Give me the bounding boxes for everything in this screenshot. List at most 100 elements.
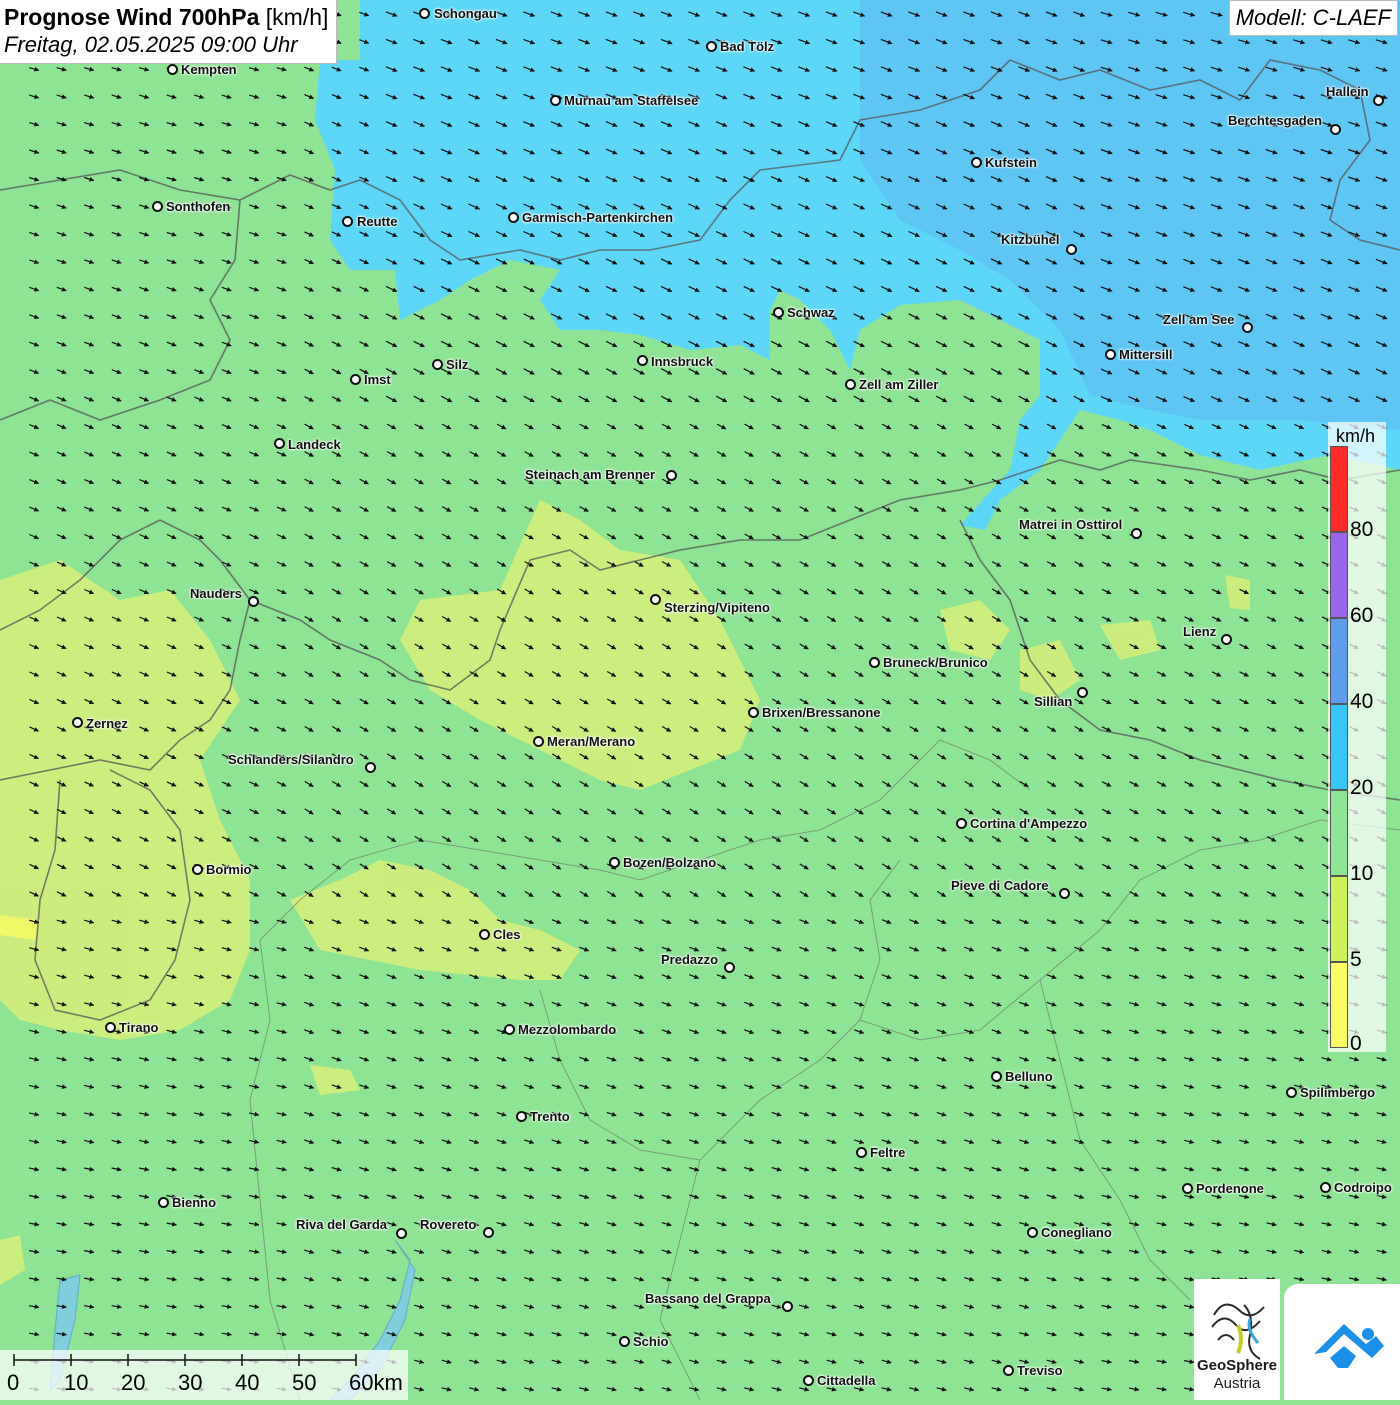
city-label: Lienz — [1183, 624, 1217, 639]
model-label: Modell: C-LAEF — [1228, 0, 1398, 36]
city-marker[interactable] — [342, 216, 353, 227]
city-label: Matrei in Osttirol — [1019, 517, 1123, 532]
city-label: Cles — [493, 927, 521, 942]
city-marker[interactable] — [1027, 1227, 1038, 1238]
city-label: Kufstein — [985, 155, 1037, 170]
logo-text-austria: Austria — [1213, 1375, 1261, 1392]
city-marker[interactable] — [1003, 1365, 1014, 1376]
city-marker[interactable] — [637, 355, 648, 366]
city-label: Sillian — [1034, 694, 1073, 709]
city-marker[interactable] — [1286, 1087, 1297, 1098]
city-marker[interactable] — [1077, 687, 1088, 698]
city-label: Sonthofen — [166, 199, 231, 214]
logo-text-geosphere: GeoSphere — [1196, 1357, 1278, 1374]
city-marker[interactable] — [483, 1227, 494, 1238]
legend-swatch — [1330, 446, 1348, 532]
city-label: Zell am See — [1163, 312, 1235, 327]
city-label: Murnau am Staffelsee — [564, 93, 699, 108]
scale-label: 0 — [7, 1370, 20, 1395]
city-marker[interactable] — [158, 1197, 169, 1208]
city-marker[interactable] — [803, 1375, 814, 1386]
city-marker[interactable] — [1182, 1183, 1193, 1194]
map-subtitle: Freitag, 02.05.2025 09:00 Uhr — [4, 32, 298, 57]
title-box: Prognose Wind 700hPa [km/h] Freitag, 02.… — [0, 0, 338, 64]
scale-bar-line — [13, 1354, 357, 1366]
city-marker[interactable] — [419, 8, 430, 19]
city-marker[interactable] — [650, 594, 661, 605]
city-label: Sterzing/Vipiteno — [664, 600, 770, 615]
legend-unit: km/h — [1336, 426, 1376, 446]
scale-label: 40 — [235, 1370, 260, 1395]
city-label: Hallein — [1326, 84, 1369, 99]
city-marker[interactable] — [724, 962, 735, 973]
warn-app-logo[interactable] — [1284, 1284, 1400, 1400]
city-label: Pordenone — [1196, 1181, 1264, 1196]
city-label: Conegliano — [1041, 1225, 1112, 1240]
title-unit: [km/h] — [265, 4, 329, 30]
city-label: Riva del Garda — [296, 1217, 388, 1232]
city-marker[interactable] — [105, 1022, 116, 1033]
legend-tick-label: 10 — [1350, 862, 1374, 885]
city-marker[interactable] — [504, 1024, 515, 1035]
city-marker[interactable] — [773, 307, 784, 318]
city-marker[interactable] — [1066, 244, 1077, 255]
city-marker[interactable] — [1131, 528, 1142, 539]
legend-tick-label: 80 — [1350, 518, 1374, 541]
city-label: Brixen/Bressanone — [762, 705, 881, 720]
city-marker[interactable] — [666, 470, 677, 481]
legend-swatch — [1330, 618, 1348, 704]
city-marker[interactable] — [533, 736, 544, 747]
city-marker[interactable] — [1059, 888, 1070, 899]
city-label: Kempten — [181, 62, 237, 77]
geosphere-logo[interactable]: GeoSphere Austria — [1194, 1279, 1280, 1400]
city-marker[interactable] — [192, 864, 203, 875]
city-label: Cittadella — [817, 1373, 876, 1388]
title-main: Prognose Wind 700hPa — [4, 4, 260, 30]
city-marker[interactable] — [782, 1301, 793, 1312]
city-marker[interactable] — [619, 1336, 630, 1347]
city-marker[interactable] — [1105, 349, 1116, 360]
city-marker[interactable] — [869, 657, 880, 668]
city-marker[interactable] — [479, 929, 490, 940]
legend-swatch — [1330, 876, 1348, 962]
city-marker[interactable] — [248, 596, 259, 607]
legend-swatch — [1330, 704, 1348, 790]
city-marker[interactable] — [274, 438, 285, 449]
city-label: Cortina d'Ampezzo — [970, 816, 1088, 831]
legend-tick-label: 5 — [1350, 948, 1362, 971]
city-marker[interactable] — [1320, 1182, 1331, 1193]
city-label: Mittersill — [1119, 347, 1173, 362]
legend-tick-label: 60 — [1350, 604, 1374, 627]
city-label: Spilimbergo — [1300, 1085, 1376, 1100]
city-marker[interactable] — [956, 818, 967, 829]
city-marker[interactable] — [365, 762, 376, 773]
city-marker[interactable] — [971, 157, 982, 168]
city-marker[interactable] — [1221, 634, 1232, 645]
city-label: Meran/Merano — [547, 734, 636, 749]
city-marker[interactable] — [1330, 124, 1341, 135]
city-marker[interactable] — [856, 1147, 867, 1158]
city-marker[interactable] — [550, 95, 561, 106]
city-label: Innsbruck — [651, 354, 714, 369]
city-label: Schlanders/Silandro — [228, 752, 354, 767]
city-marker[interactable] — [845, 379, 856, 390]
city-marker[interactable] — [706, 41, 717, 52]
city-marker[interactable] — [432, 359, 443, 370]
city-marker[interactable] — [152, 201, 163, 212]
city-label: Berchtesgaden — [1228, 113, 1322, 128]
city-marker[interactable] — [609, 857, 620, 868]
legend-swatch — [1330, 790, 1348, 876]
city-marker[interactable] — [350, 374, 361, 385]
city-marker[interactable] — [1373, 95, 1384, 106]
city-marker[interactable] — [516, 1111, 527, 1122]
city-marker[interactable] — [1242, 322, 1253, 333]
city-label: Feltre — [870, 1145, 906, 1160]
legend-swatch — [1330, 962, 1348, 1048]
city-marker[interactable] — [167, 64, 178, 75]
city-marker[interactable] — [396, 1228, 407, 1239]
city-marker[interactable] — [748, 707, 759, 718]
city-marker[interactable] — [72, 717, 83, 728]
city-marker[interactable] — [991, 1071, 1002, 1082]
city-label: Zell am Ziller — [859, 377, 939, 392]
city-marker[interactable] — [508, 212, 519, 223]
